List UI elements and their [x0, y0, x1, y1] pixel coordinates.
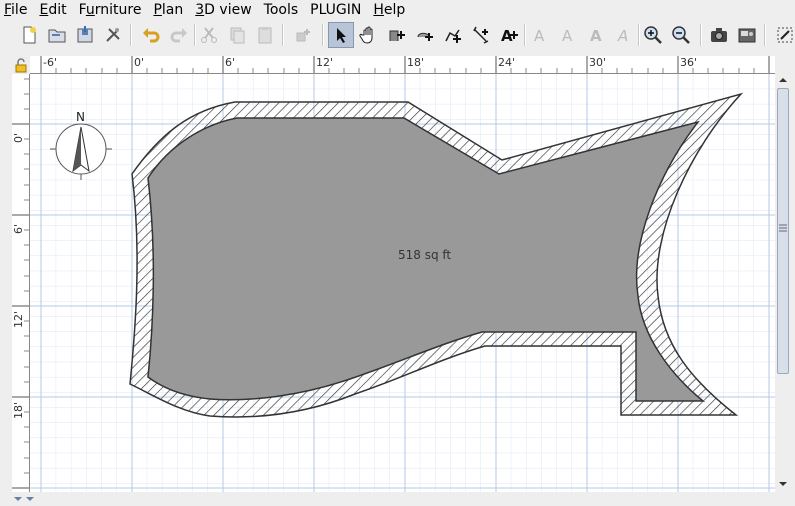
top-ruler-label: 6' [225, 56, 236, 69]
top-ruler-label: -6' [43, 56, 57, 69]
text-italic-button[interactable]: A [612, 22, 638, 48]
more-button[interactable] [772, 22, 795, 48]
plan-drawing [30, 74, 775, 492]
create-video-icon [738, 28, 756, 43]
redo-button[interactable] [166, 22, 192, 48]
create-dimensions-icon [473, 26, 489, 44]
top-ruler: -6' 0' 6' 12' 18' 24' 30' 36' [30, 56, 775, 74]
svg-text:A: A [534, 27, 545, 45]
split-arrows-icon [14, 497, 34, 501]
open-icon [48, 29, 66, 43]
cut-button[interactable] [196, 22, 222, 48]
top-ruler-label: 12' [316, 56, 334, 69]
create-polylines-button[interactable] [440, 22, 466, 48]
copy-button[interactable] [224, 22, 250, 48]
menu-file[interactable]: File [0, 0, 33, 20]
svg-text:A: A [617, 27, 628, 45]
create-photo-button[interactable] [706, 22, 732, 48]
zoom-in-button[interactable] [640, 22, 666, 48]
text-style-2-button[interactable]: A [556, 22, 582, 48]
menu-furniture[interactable]: Furniture [73, 0, 148, 20]
text-style-1-icon: A [534, 27, 545, 45]
text-italic-icon: A [617, 27, 628, 45]
create-walls-icon [389, 30, 405, 41]
compass-north-label: N [76, 110, 85, 124]
paste-icon [258, 27, 272, 44]
top-ruler-label: 0' [134, 56, 145, 69]
menu-help[interactable]: Help [367, 0, 411, 20]
room-area-label: 518 sq ft [398, 248, 452, 262]
add-furniture-icon [296, 29, 310, 42]
more-icon [777, 27, 793, 43]
add-text-button[interactable]: A [496, 22, 522, 48]
grip-icon [779, 224, 787, 232]
preferences-button[interactable] [100, 22, 126, 48]
preferences-icon [106, 28, 120, 42]
plan-canvas[interactable]: 518 sq ft N [30, 74, 775, 492]
save-button[interactable] [72, 22, 98, 48]
new-file-icon [23, 26, 36, 44]
create-polylines-icon [445, 29, 461, 43]
undo-icon [143, 28, 160, 43]
create-rooms-icon [417, 32, 433, 41]
top-ruler-label: 36' [680, 56, 698, 69]
create-photo-icon [711, 28, 727, 42]
top-ruler-label: 18' [407, 56, 425, 69]
top-ruler-label: 24' [498, 56, 516, 69]
lock-icon [15, 58, 27, 73]
left-ruler: 0' 6' 12' 18' [12, 74, 30, 492]
split-pane-divider[interactable] [12, 494, 792, 504]
undo-button[interactable] [138, 22, 164, 48]
open-button[interactable] [44, 22, 70, 48]
menu-plan[interactable]: Plan [147, 0, 189, 20]
text-bold-icon: A [590, 27, 602, 45]
save-icon [77, 26, 93, 43]
select-mode-icon [337, 28, 346, 43]
left-ruler-label: 18' [12, 401, 25, 419]
menu-tools[interactable]: Tools [258, 0, 305, 20]
create-rooms-button[interactable] [412, 22, 438, 48]
add-furniture-button[interactable] [290, 22, 316, 48]
left-ruler-label: 6' [12, 223, 25, 234]
zoom-out-button[interactable] [668, 22, 694, 48]
lock-base-plan-button[interactable] [12, 56, 30, 74]
create-video-button[interactable] [734, 22, 760, 48]
pan-mode-button[interactable] [356, 22, 382, 48]
scroll-up-icon [779, 78, 787, 82]
pan-mode-icon [359, 26, 373, 44]
create-dimensions-button[interactable] [468, 22, 494, 48]
select-mode-button[interactable] [328, 22, 354, 48]
copy-icon [230, 27, 245, 44]
zoom-out-icon [672, 26, 690, 44]
left-ruler-label: 12' [12, 310, 25, 328]
zoom-in-icon [644, 26, 662, 44]
text-style-2-icon: A [562, 27, 573, 45]
svg-text:A: A [562, 27, 573, 45]
paste-button[interactable] [252, 22, 278, 48]
text-bold-button[interactable]: A [584, 22, 610, 48]
new-file-button[interactable] [16, 22, 42, 48]
add-text-icon: A [501, 27, 518, 45]
menu-edit[interactable]: Edit [33, 0, 72, 20]
vertical-scroll-thumb[interactable] [777, 88, 789, 374]
menu-bar: File Edit Furniture Plan 3D view Tools P… [0, 0, 795, 20]
toolbar: A A A A A [0, 20, 795, 52]
svg-text:A: A [590, 27, 602, 45]
cut-icon [201, 27, 217, 43]
menu-3d-view[interactable]: 3D view [189, 0, 257, 20]
text-style-1-button[interactable]: A [528, 22, 554, 48]
create-walls-button[interactable] [384, 22, 410, 48]
redo-icon [170, 28, 187, 43]
top-ruler-label: 30' [589, 56, 607, 69]
scroll-down-icon [779, 482, 787, 486]
left-ruler-label: 0' [12, 132, 25, 143]
menu-plugin[interactable]: PLUGIN [304, 0, 367, 20]
